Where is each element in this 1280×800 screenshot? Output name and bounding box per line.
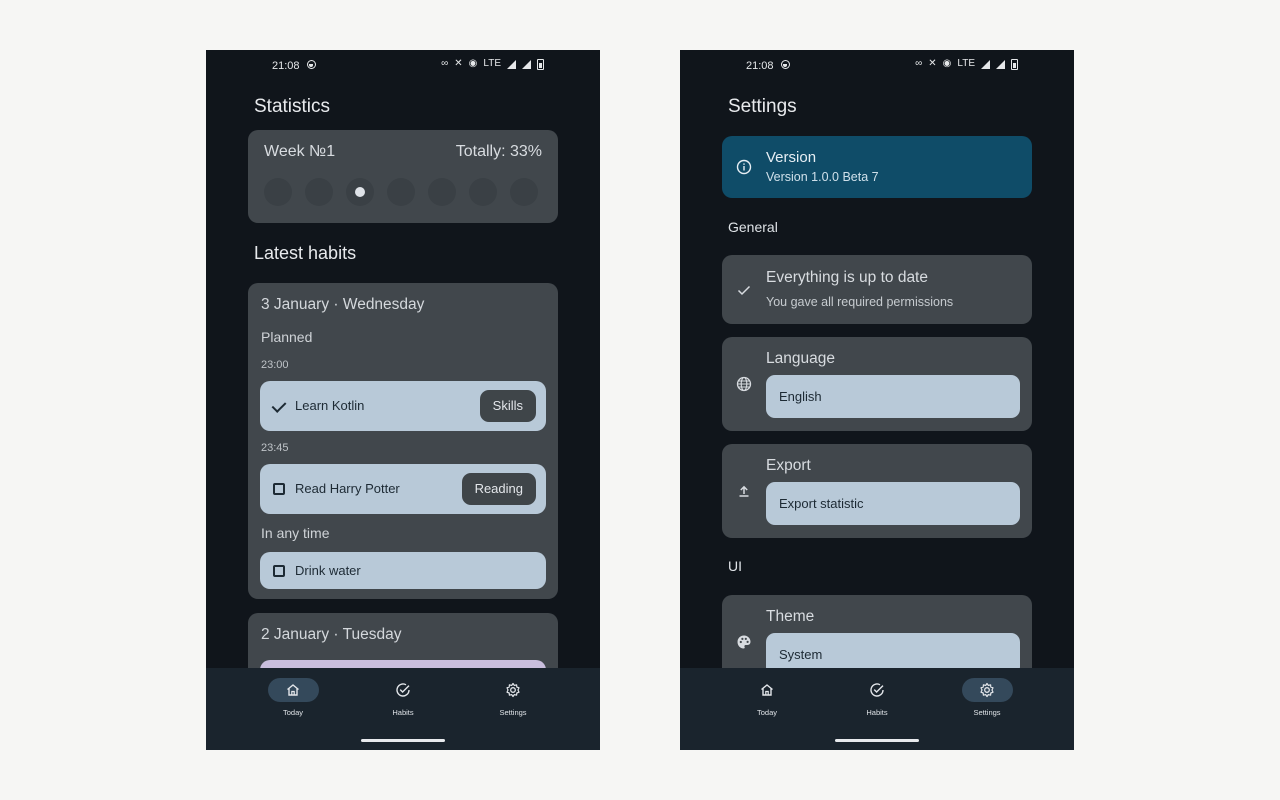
day-dot-today[interactable] [346,178,374,206]
export-statistic-button[interactable]: Export statistic [766,482,1020,525]
gesture-bar[interactable] [835,739,919,742]
mute-icon: ✕ [928,58,937,69]
version-title: Version [766,149,817,166]
check-circle-icon [396,683,410,697]
hotspot-icon: ◉ [468,58,478,69]
theme-value: System [779,647,823,662]
globe-icon [736,376,752,392]
home-icon [287,684,299,696]
status-bar: 21:08 ∞ ✕ ◉ LTE [680,50,1074,82]
signal-icon [981,59,990,69]
week-days [264,178,538,206]
bottom-navigation: Today Habits Settings [206,668,600,750]
link-icon: ∞ [441,58,449,69]
palette-icon [737,635,751,649]
gear-icon [506,682,520,698]
week-label: Week №1 [264,143,336,160]
export-button-label: Export statistic [779,496,864,511]
habit-tag[interactable]: Reading [461,473,536,505]
habit-name: Learn Kotlin [295,398,365,413]
check-circle-icon [870,683,884,697]
general-section-label: General [728,219,778,235]
language-select[interactable]: English [766,375,1020,418]
day-dot[interactable] [264,178,292,206]
nav-label: Habits [866,708,888,717]
day-dot[interactable] [428,178,456,206]
ui-section-label: UI [728,558,742,574]
version-value: Version 1.0.0 Beta 7 [766,170,879,184]
status-time: 21:08 [272,60,300,72]
version-card[interactable]: Version Version 1.0.0 Beta 7 [722,136,1032,198]
checkbox-icon[interactable] [273,565,285,577]
weekly-stats-card[interactable]: Week №1 Totally: 33% [248,130,558,223]
notification-icon [781,60,790,69]
day-card-jan-3: 3 January · Wednesday Planned 23:00 Lear… [248,283,558,599]
notification-icon [307,60,316,69]
today-screen: 21:08 ∞ ✕ ◉ LTE Statistics Week №1 Total… [206,50,600,750]
battery-icon [1011,58,1018,70]
hotspot-icon: ◉ [942,58,952,69]
language-title: Language [766,350,835,367]
export-title: Export [766,457,811,474]
permissions-title: Everything is up to date [766,269,928,286]
link-icon: ∞ [915,58,923,69]
network-type: LTE [483,58,501,69]
signal-icon-2 [996,59,1005,69]
theme-title: Theme [766,608,815,625]
gesture-bar[interactable] [361,739,445,742]
screen-title: Settings [728,96,797,117]
habit-time: 23:45 [261,442,289,454]
permissions-card[interactable]: Everything is up to date You gave all re… [722,255,1032,324]
habit-time: 23:00 [261,359,289,371]
day-title: 3 January · Wednesday [261,296,425,313]
language-value: English [779,389,822,404]
checkbox-icon[interactable] [273,483,285,495]
gear-icon [980,682,994,698]
day-title: 2 January · Tuesday [261,626,402,643]
checkmark-icon[interactable] [272,399,286,413]
habit-name: Drink water [295,563,361,578]
nav-label: Habits [392,708,414,717]
habit-learn-kotlin[interactable]: Learn Kotlin Skills [260,381,546,431]
battery-icon [537,58,544,70]
nav-label: Today [756,708,777,717]
mute-icon: ✕ [454,58,463,69]
bottom-navigation: Today Habits Settings [680,668,1074,750]
export-card: Export Export statistic [722,444,1032,538]
habit-drink-water[interactable]: Drink water [260,552,546,589]
checkmark-icon [737,285,751,296]
habit-name: Read Harry Potter [295,481,400,496]
day-dot[interactable] [510,178,538,206]
permissions-subtitle: You gave all required permissions [766,295,954,309]
signal-icon-2 [522,59,531,69]
screen-title: Statistics [254,96,331,117]
nav-label: Settings [973,708,1001,717]
day-dot[interactable] [305,178,333,206]
total-percentage: Totally: 33% [455,143,542,160]
habit-read-harry-potter[interactable]: Read Harry Potter Reading [260,464,546,514]
info-icon [736,159,752,175]
upload-icon [739,485,749,497]
latest-habits-heading: Latest habits [254,243,357,263]
planned-label: Planned [261,329,313,345]
anytime-label: In any time [261,525,330,541]
status-bar: 21:08 ∞ ✕ ◉ LTE [206,50,600,82]
habit-tag[interactable]: Skills [479,390,536,422]
network-type: LTE [957,58,975,69]
home-icon [761,684,773,696]
language-card: Language English [722,337,1032,431]
status-time: 21:08 [746,60,774,72]
day-dot[interactable] [387,178,415,206]
nav-label: Settings [499,708,527,717]
settings-screen: 21:08 ∞ ✕ ◉ LTE Settings Version Version… [680,50,1074,750]
signal-icon [507,59,516,69]
nav-label: Today [282,708,303,717]
day-dot[interactable] [469,178,497,206]
